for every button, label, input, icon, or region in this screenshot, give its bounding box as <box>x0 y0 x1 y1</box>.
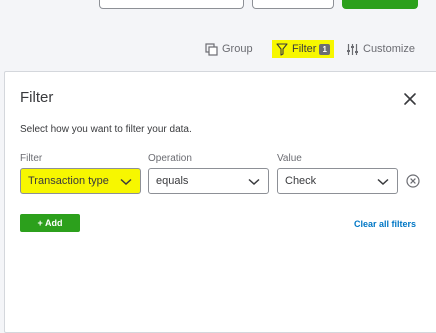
add-filter-button[interactable]: + Add <box>20 214 80 232</box>
filter-button[interactable]: Filter 1 <box>272 40 334 58</box>
customize-button[interactable]: Customize <box>346 40 415 58</box>
chevron-down-icon <box>248 177 260 189</box>
filter-field-label: Filter <box>20 153 43 164</box>
filter-label: Filter <box>292 43 317 55</box>
group-icon <box>205 42 218 56</box>
chevron-down-icon <box>120 177 132 189</box>
group-button[interactable]: Group <box>205 40 253 58</box>
close-icon[interactable] <box>402 91 418 107</box>
clear-all-filters-link[interactable]: Clear all filters <box>354 219 416 229</box>
filter-select[interactable]: Transaction type <box>20 168 141 194</box>
value-field-label: Value <box>277 153 302 164</box>
top-button-1[interactable] <box>99 0 244 9</box>
sliders-icon <box>346 43 359 56</box>
funnel-icon <box>276 42 288 56</box>
chevron-down-icon <box>377 177 389 189</box>
operation-select[interactable]: equals <box>148 168 269 194</box>
top-button-2[interactable] <box>252 0 334 9</box>
filter-select-value: Transaction type <box>28 175 109 187</box>
value-select[interactable]: Check <box>277 168 398 194</box>
group-label: Group <box>222 43 253 55</box>
panel-title: Filter <box>20 89 54 106</box>
top-primary-button[interactable] <box>342 0 418 9</box>
operation-select-value: equals <box>156 175 189 187</box>
value-select-value: Check <box>285 175 317 187</box>
customize-label: Customize <box>363 43 415 55</box>
operation-field-label: Operation <box>148 153 192 164</box>
remove-filter-icon[interactable] <box>406 174 420 188</box>
filter-count-badge: 1 <box>319 43 330 55</box>
report-toolbar: Group Filter 1 Customize <box>0 40 436 58</box>
filter-panel: Filter Select how you want to filter you… <box>4 71 436 333</box>
panel-description: Select how you want to filter your data. <box>20 124 192 135</box>
